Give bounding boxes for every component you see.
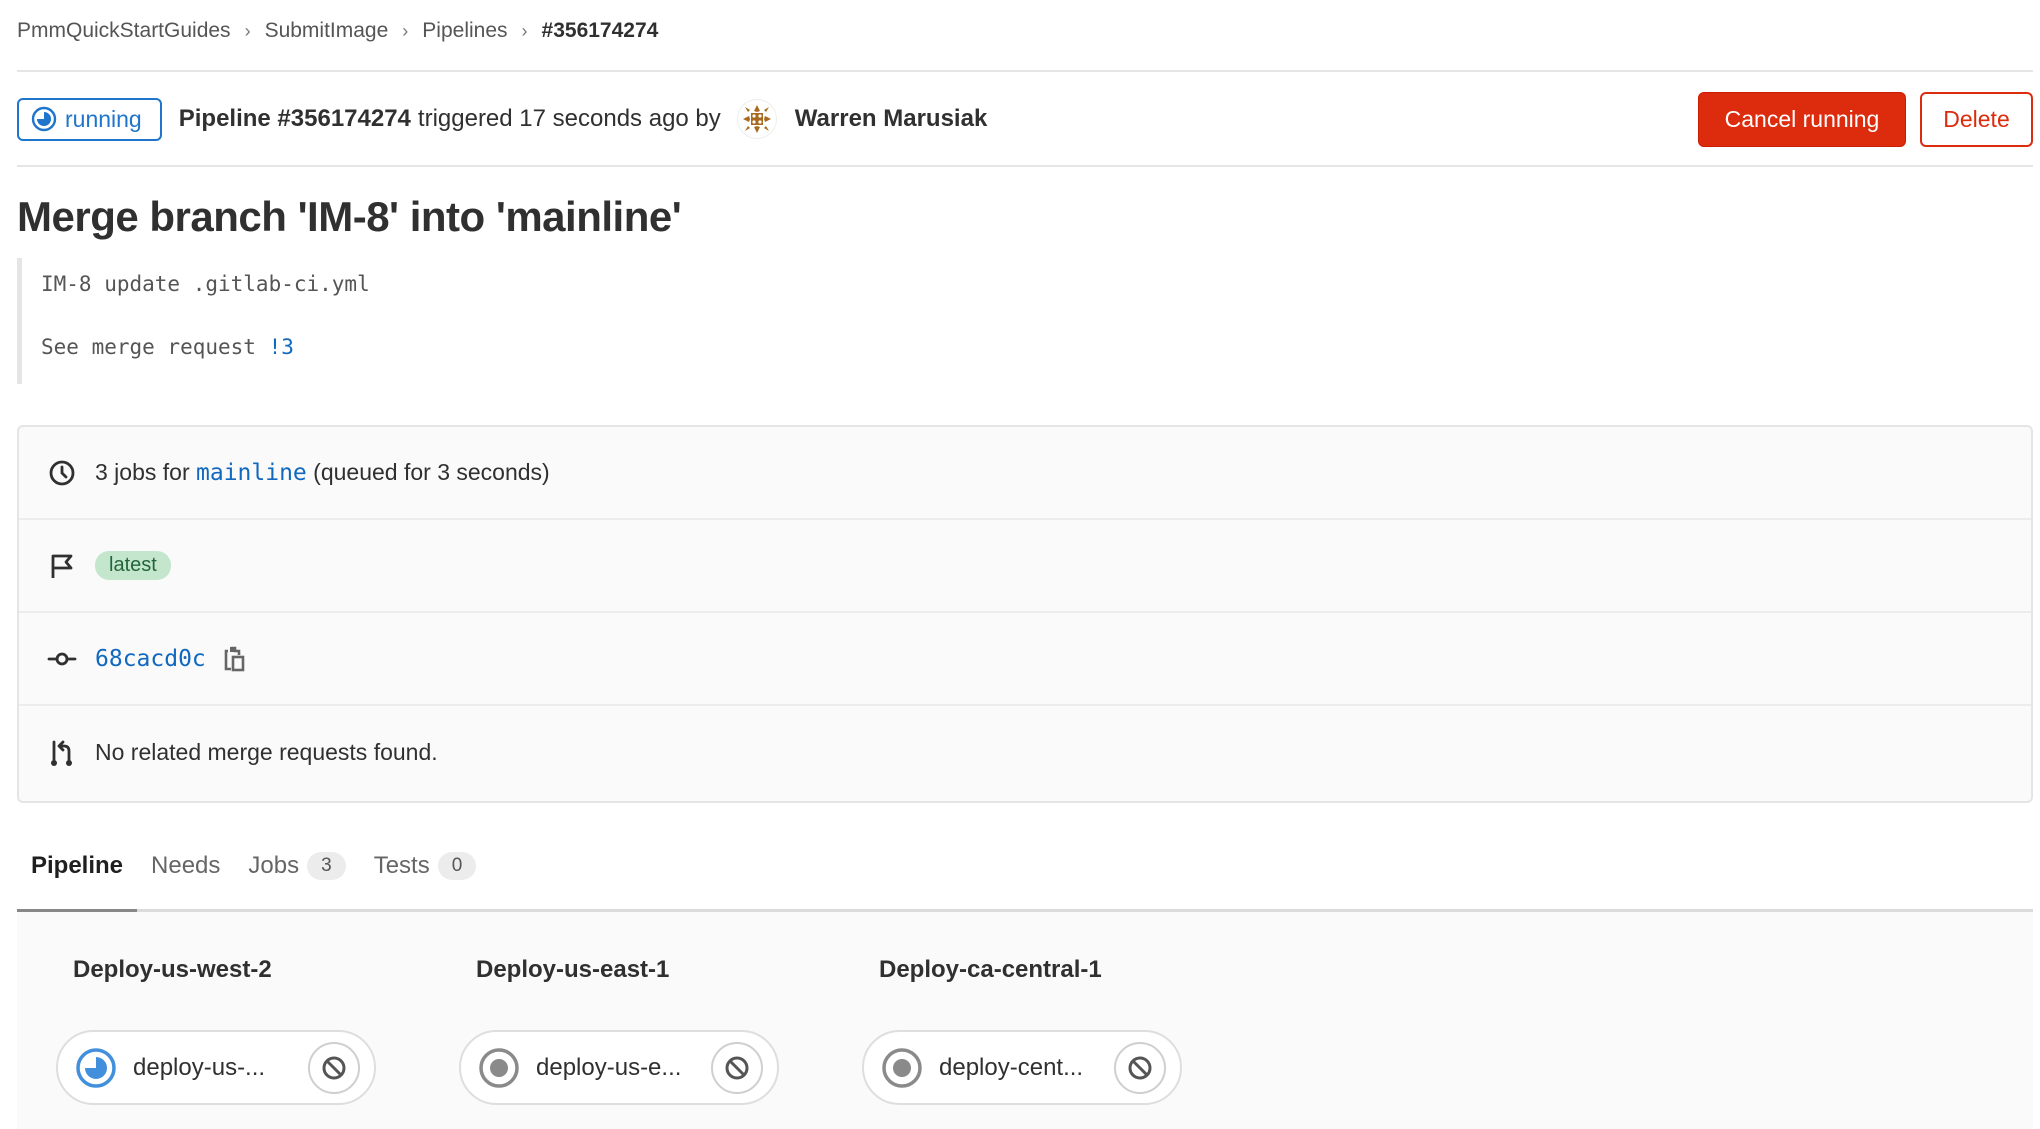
cancel-icon bbox=[1128, 1056, 1152, 1080]
cancel-job-button[interactable] bbox=[308, 1042, 360, 1094]
status-badge[interactable]: running bbox=[17, 97, 162, 141]
pipeline-info-card: 3 jobs for mainline (queued for 3 second… bbox=[17, 425, 2033, 803]
job-item[interactable]: deploy-cent... bbox=[862, 1030, 1182, 1105]
cancel-icon bbox=[322, 1056, 346, 1080]
status-label: running bbox=[65, 105, 142, 132]
triggered-text: triggered 17 seconds ago by bbox=[417, 105, 721, 132]
avatar[interactable] bbox=[736, 99, 777, 139]
page-title: Merge branch 'IM-8' into 'mainline' bbox=[17, 193, 682, 240]
branch-link[interactable]: mainline bbox=[196, 460, 307, 486]
commit-sha-row: 68cacd0c bbox=[19, 613, 2031, 706]
stage-title: Deploy-us-east-1 bbox=[476, 956, 670, 983]
commit-sha-link[interactable]: 68cacd0c bbox=[95, 646, 206, 672]
author-name[interactable]: Warren Marusiak bbox=[795, 105, 988, 133]
tab-pipeline[interactable]: Pipeline bbox=[17, 840, 138, 912]
pipeline-header: running Pipeline #356174274 triggered 17… bbox=[17, 91, 2033, 147]
copy-sha-button[interactable] bbox=[222, 645, 246, 673]
tab-tests[interactable]: Tests 0 bbox=[360, 840, 491, 892]
commit-description: IM-8 update .gitlab-ci.yml See merge req… bbox=[17, 258, 370, 384]
copy-to-clipboard-icon bbox=[224, 646, 245, 671]
commit-description-line: IM-8 update .gitlab-ci.yml bbox=[41, 272, 370, 296]
tab-label: Tests bbox=[373, 852, 430, 879]
pipeline-summary: Pipeline #356174274 triggered 17 seconds… bbox=[178, 99, 988, 139]
tab-needs[interactable]: Needs bbox=[137, 840, 234, 892]
tab-label: Jobs bbox=[248, 852, 300, 879]
clock-icon bbox=[47, 458, 77, 488]
badges-row: latest bbox=[19, 520, 2031, 613]
delete-button[interactable]: Delete bbox=[1920, 91, 2033, 147]
cancel-running-button[interactable]: Cancel running bbox=[1698, 91, 1906, 147]
chevron-right-icon: › bbox=[402, 20, 409, 41]
commit-description-line: See merge request !3 bbox=[41, 335, 370, 359]
status-created-icon bbox=[479, 1047, 519, 1088]
job-name: deploy-us-... bbox=[133, 1053, 266, 1081]
queued-text: (queued for 3 seconds) bbox=[306, 459, 550, 485]
jobs-count-text: 3 jobs for bbox=[95, 459, 196, 485]
breadcrumb-current[interactable]: #356174274 bbox=[542, 19, 659, 43]
divider bbox=[17, 165, 2033, 167]
tab-label: Pipeline bbox=[31, 852, 124, 879]
job-item[interactable]: deploy-us-... bbox=[56, 1030, 376, 1105]
breadcrumb-project[interactable]: PmmQuickStartGuides bbox=[17, 19, 231, 43]
chevron-right-icon: › bbox=[244, 20, 251, 41]
cancel-job-button[interactable] bbox=[711, 1042, 763, 1094]
tests-count-badge: 0 bbox=[437, 852, 477, 880]
pipeline-graph: Deploy-us-west-2 deploy-us-... Deploy-us… bbox=[17, 912, 2033, 1129]
merge-requests-text: No related merge requests found. bbox=[95, 739, 438, 765]
status-running-icon bbox=[31, 106, 57, 132]
merge-request-text: See merge request bbox=[41, 335, 269, 359]
chevron-right-icon: › bbox=[521, 20, 528, 41]
merge-request-link[interactable]: !3 bbox=[269, 335, 294, 359]
cancel-job-button[interactable] bbox=[1114, 1042, 1166, 1094]
divider bbox=[17, 70, 2033, 72]
avatar-identicon-icon bbox=[742, 105, 771, 133]
jobs-count-badge: 3 bbox=[307, 852, 346, 880]
breadcrumb-subproject[interactable]: SubmitImage bbox=[265, 19, 389, 43]
merge-request-icon bbox=[47, 738, 77, 768]
tab-label: Needs bbox=[151, 852, 221, 879]
tab-jobs[interactable]: Jobs 3 bbox=[234, 840, 359, 892]
latest-badge: latest bbox=[95, 551, 171, 580]
cancel-icon bbox=[725, 1056, 749, 1080]
merge-requests-row: No related merge requests found. bbox=[19, 706, 2031, 799]
header-actions: Cancel running Delete bbox=[1698, 91, 2033, 147]
status-created-icon bbox=[882, 1047, 922, 1088]
job-name: deploy-us-e... bbox=[536, 1053, 682, 1081]
pipeline-tabs: Pipeline Needs Jobs 3 Tests 0 bbox=[17, 840, 2033, 912]
jobs-summary-row: 3 jobs for mainline (queued for 3 second… bbox=[19, 427, 2031, 520]
pipeline-id: Pipeline #356174274 bbox=[178, 105, 411, 132]
job-item[interactable]: deploy-us-e... bbox=[459, 1030, 779, 1105]
stage-title: Deploy-us-west-2 bbox=[73, 956, 272, 983]
stage-title: Deploy-ca-central-1 bbox=[879, 956, 1102, 983]
commit-icon bbox=[47, 644, 77, 674]
breadcrumb-pipelines[interactable]: Pipelines bbox=[422, 19, 507, 43]
job-name: deploy-cent... bbox=[939, 1053, 1084, 1081]
flag-icon bbox=[47, 551, 77, 581]
breadcrumb: PmmQuickStartGuides › SubmitImage › Pipe… bbox=[17, 16, 658, 46]
status-running-icon bbox=[76, 1047, 116, 1088]
